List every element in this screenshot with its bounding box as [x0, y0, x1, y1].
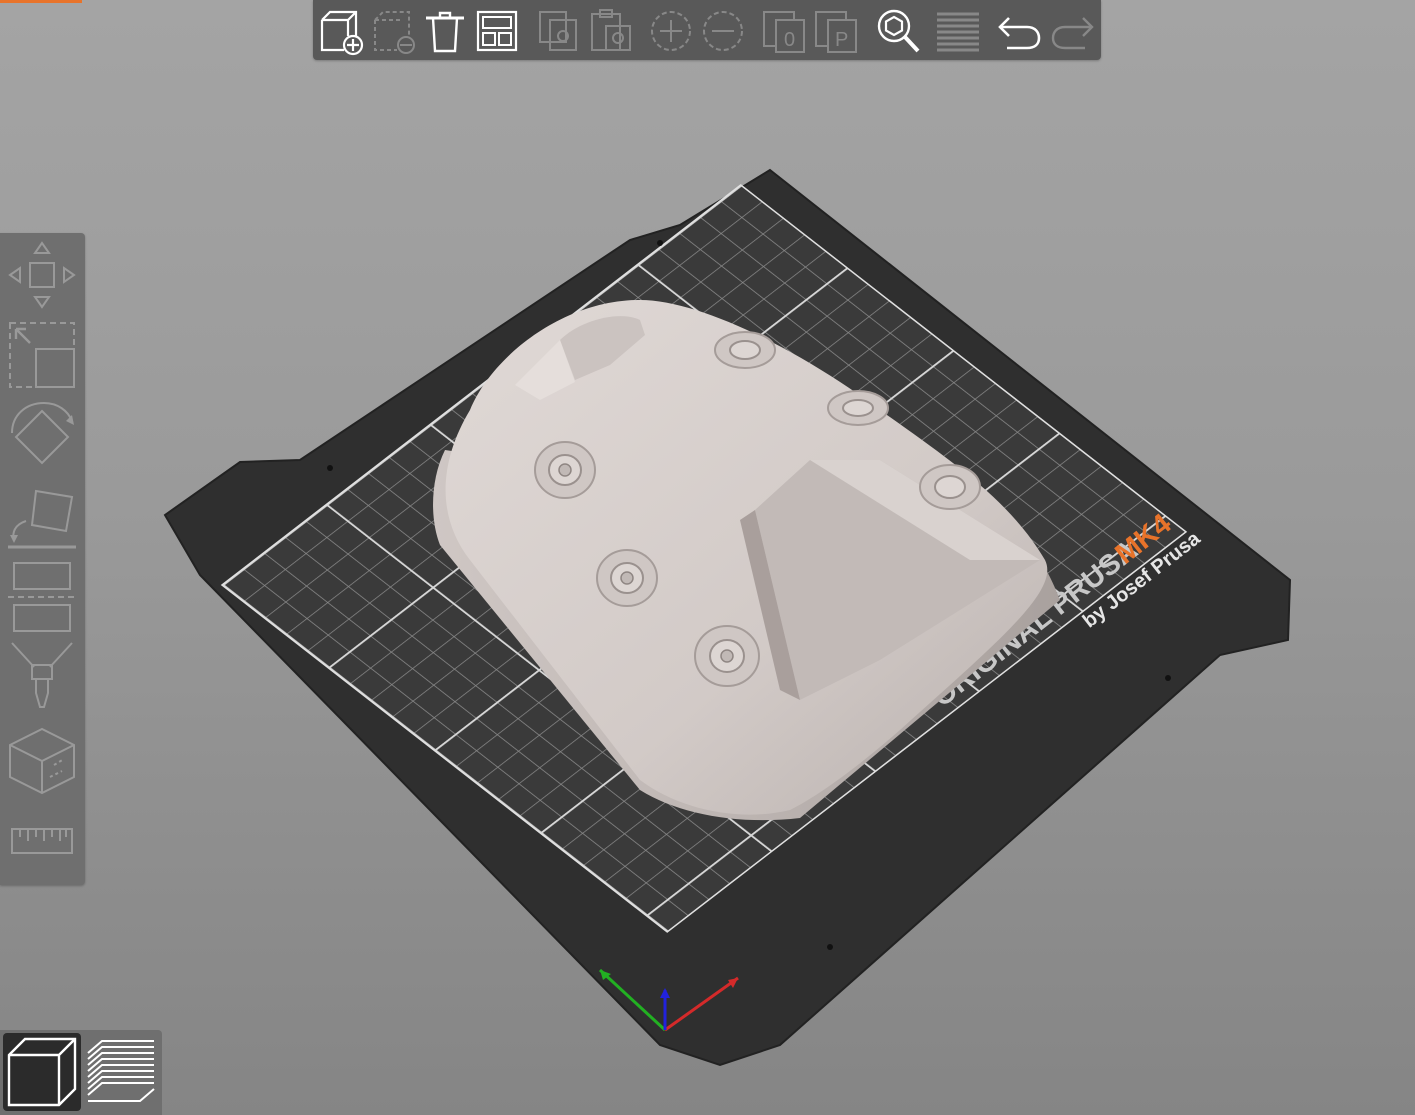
redo-button[interactable]	[1047, 6, 1097, 56]
search-icon	[877, 9, 920, 53]
view-toolbar	[0, 1030, 162, 1115]
split-to-objects-button[interactable]: 0	[760, 6, 810, 56]
paste-icon	[591, 9, 631, 51]
place-on-face-icon	[8, 489, 76, 549]
paint-icon	[11, 642, 73, 708]
boss-2	[596, 549, 658, 607]
boss-3	[694, 625, 760, 687]
add-instance-button[interactable]	[646, 6, 696, 56]
scale-icon	[9, 322, 75, 388]
move-tool-button[interactable]	[4, 237, 80, 313]
layers-preview-icon	[87, 1040, 155, 1102]
remove-instance-button[interactable]	[698, 6, 748, 56]
copy-button[interactable]	[534, 6, 584, 56]
arrange-icon	[476, 10, 518, 52]
copy-icon	[539, 11, 577, 51]
search-button[interactable]	[873, 6, 923, 56]
scale-tool-button[interactable]	[4, 317, 80, 393]
3d-viewport[interactable]: ORIGINAL PRUSA MK4 by Josef Prusa	[0, 0, 1415, 1115]
add-object-button[interactable]	[316, 6, 366, 56]
split-objects-icon: 0	[763, 11, 805, 53]
svg-text:0: 0	[784, 29, 795, 51]
3d-view-button[interactable]	[3, 1033, 81, 1111]
cut-tool-button[interactable]	[4, 557, 80, 633]
ruler-icon	[11, 828, 73, 854]
rotate-tool-button[interactable]	[4, 397, 80, 473]
undo-icon	[998, 17, 1041, 50]
cube-plus-icon	[320, 10, 364, 56]
arrange-button[interactable]	[472, 6, 522, 56]
delete-button[interactable]	[369, 6, 419, 56]
delete-all-button[interactable]	[420, 6, 470, 56]
layers-icon	[937, 12, 979, 52]
cube-minus-icon	[374, 11, 415, 54]
rotate-icon	[11, 401, 74, 465]
split-parts-icon: P	[815, 11, 857, 53]
preview-button[interactable]	[82, 1033, 160, 1111]
left-toolbar	[0, 233, 85, 885]
boss-5	[827, 390, 889, 426]
seam-cube-icon	[9, 727, 75, 795]
paste-button[interactable]	[586, 6, 636, 56]
cube-view-icon	[7, 1037, 77, 1107]
seam-tool-button[interactable]	[4, 721, 80, 797]
undo-button[interactable]	[995, 6, 1045, 56]
redo-icon	[1051, 17, 1094, 50]
plus-circle-icon	[651, 11, 691, 51]
svg-text:P: P	[835, 29, 848, 51]
paint-tool-button[interactable]	[4, 637, 80, 713]
boss-4	[714, 331, 776, 369]
layer-editing-button[interactable]	[933, 6, 983, 56]
trash-icon	[426, 11, 464, 53]
split-to-parts-button[interactable]: P	[812, 6, 862, 56]
boss-1	[534, 441, 596, 499]
measure-tool-button[interactable]	[4, 803, 80, 879]
minus-circle-icon	[703, 11, 743, 51]
place-on-face-tool-button[interactable]	[4, 477, 80, 553]
move-icon	[8, 241, 76, 309]
top-toolbar: 0 P	[313, 0, 1101, 60]
boss-6	[919, 464, 981, 510]
cut-icon	[8, 562, 76, 632]
